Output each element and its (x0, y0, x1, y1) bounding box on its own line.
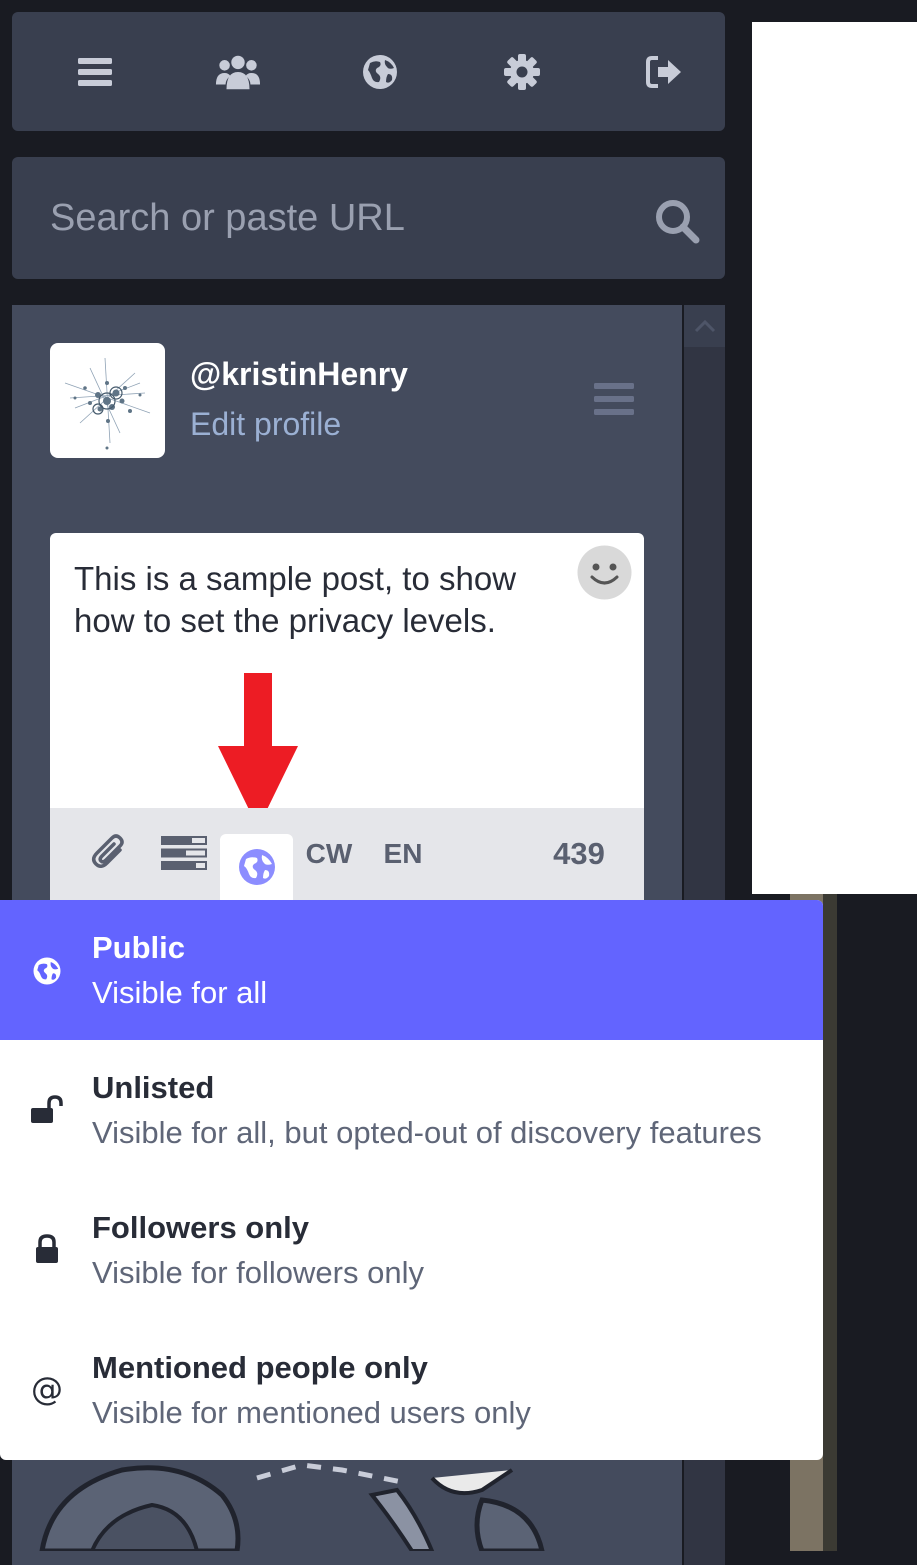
annotation-arrow-icon (218, 673, 298, 828)
privacy-option-title: Public (92, 930, 186, 965)
privacy-option-description: Visible for all, but opted-out of discov… (92, 1115, 762, 1150)
poll-button[interactable] (158, 828, 210, 878)
search-input[interactable] (12, 157, 650, 279)
globe-icon (30, 954, 64, 988)
character-counter: 439 (553, 836, 605, 871)
privacy-option-followers[interactable]: Followers only Visible for followers onl… (0, 1180, 823, 1320)
privacy-button[interactable] (220, 834, 293, 900)
compose-toolbar: CW EN 439 (50, 808, 644, 900)
privacy-option-description: Visible for all (92, 975, 268, 1010)
globe-icon[interactable] (340, 12, 420, 131)
privacy-option-description: Visible for mentioned users only (92, 1395, 531, 1430)
privacy-option-mentioned[interactable]: @ Mentioned people only Visible for ment… (0, 1320, 823, 1460)
at-icon: @ (31, 1370, 63, 1408)
bars-icon[interactable] (55, 12, 135, 131)
profile-username: @kristinHenry (190, 356, 408, 392)
privacy-option-description: Visible for followers only (92, 1255, 424, 1290)
menu-icon[interactable] (592, 380, 636, 418)
privacy-dropdown: Public Visible for all Unlisted Visible … (0, 900, 823, 1460)
users-icon[interactable] (198, 12, 278, 131)
search-icon[interactable] (653, 197, 701, 245)
unlock-icon (30, 1093, 64, 1127)
privacy-option-title: Followers only (92, 1210, 310, 1245)
edit-profile-link[interactable]: Edit profile (190, 406, 341, 443)
background-image-edge (823, 894, 837, 1551)
avatar[interactable] (50, 343, 165, 458)
content-warning-button[interactable]: CW (302, 830, 356, 878)
poll-icon (161, 836, 207, 870)
mascot-illustration (39, 1462, 545, 1551)
search-bar (12, 157, 725, 279)
privacy-option-title: Unlisted (92, 1070, 215, 1105)
attachment-button[interactable] (86, 828, 136, 878)
emoji-picker-icon[interactable] (577, 545, 632, 600)
gear-icon[interactable] (482, 12, 562, 131)
paperclip-icon (92, 834, 124, 868)
language-button[interactable]: EN (378, 830, 428, 878)
lock-icon (30, 1232, 64, 1266)
sign-out-icon[interactable] (624, 12, 704, 131)
privacy-option-title: Mentioned people only (92, 1350, 428, 1385)
scroll-up-button[interactable] (684, 305, 725, 347)
post-text[interactable]: This is a sample post, to show how to se… (74, 558, 564, 642)
top-navigation (12, 12, 725, 131)
right-column (752, 22, 917, 894)
privacy-option-public[interactable]: Public Visible for all (0, 900, 823, 1040)
privacy-option-unlisted[interactable]: Unlisted Visible for all, but opted-out … (0, 1040, 823, 1180)
globe-icon (238, 849, 275, 885)
chevron-up-icon (694, 319, 715, 333)
